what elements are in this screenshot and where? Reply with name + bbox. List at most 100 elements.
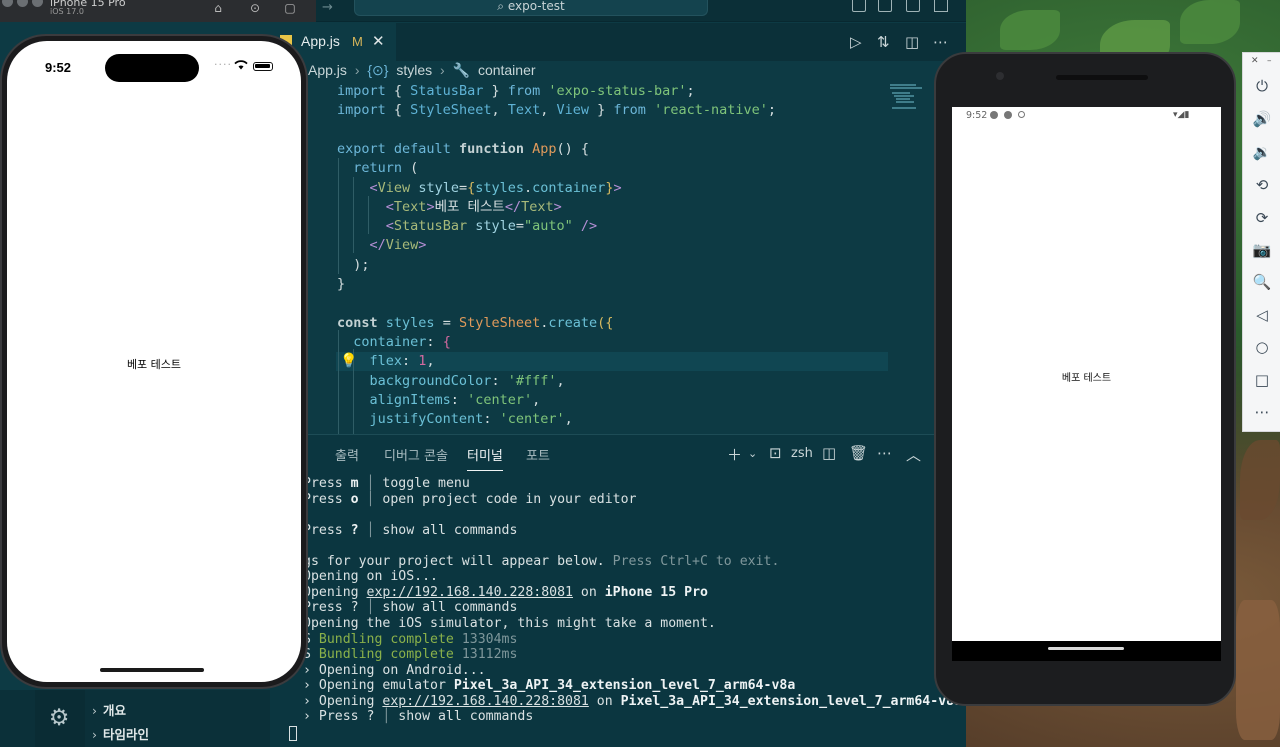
speaker-grille (1056, 75, 1148, 80)
iphone-screen[interactable]: 9:52 ···· 베포 테스트 (7, 41, 301, 682)
maximize-window-button[interactable] (32, 0, 43, 7)
home-icon[interactable]: ○ (1243, 338, 1280, 356)
android-nav-bar (952, 641, 1221, 661)
chevron-down-icon[interactable]: ⌄ (748, 447, 757, 460)
code-line: justifyContent: 'center', (369, 411, 573, 428)
power-icon[interactable]: ⏻ (1243, 77, 1280, 95)
iphone-simulator: 9:52 ···· 베포 테스트 (0, 34, 308, 689)
simulator-os-version: iOS 17.0 (50, 7, 84, 16)
rotate-left-icon[interactable]: ⟲ (1243, 176, 1280, 194)
sidebar-item-timeline[interactable]: › 타임라인 (92, 724, 149, 743)
zoom-icon[interactable]: 🔍 (1243, 273, 1280, 291)
code-line: <StatusBar style="auto" /> (385, 218, 598, 235)
back-icon[interactable]: ◁ (1243, 306, 1280, 324)
ios-status-time: 9:52 (45, 60, 72, 75)
code-line: </View> (369, 237, 427, 254)
tab-ports[interactable]: 포트 (526, 445, 550, 464)
notification-icon (990, 111, 998, 119)
terminal-line: › Opening emulator Pixel_3a_API_34_exten… (303, 678, 796, 694)
toggle-secondary-sidebar-icon[interactable] (906, 0, 920, 12)
camera-icon[interactable]: 📷 (1243, 241, 1280, 259)
breadcrumb-styles[interactable]: styles (396, 62, 432, 78)
close-icon[interactable]: ✕ (1251, 56, 1259, 66)
terminal-line: Opening exp://192.168.140.228:8081 on iP… (303, 584, 708, 600)
code-line: alignItems: 'center', (369, 391, 541, 408)
notification-icon (1004, 111, 1012, 119)
search-icon: ⌕ (497, 0, 508, 13)
code-line: return ( (353, 160, 419, 177)
sidebar-item-outline[interactable]: › 개요 (92, 700, 126, 719)
code-editor[interactable]: import { StatusBar } from 'expo-status-b… (270, 82, 966, 434)
tab-modified-badge: M (352, 34, 363, 49)
home-icon[interactable]: ⌂ (210, 1, 226, 15)
code-line: export default function App() { (337, 140, 590, 157)
terminal-line: Opening on iOS... (303, 569, 438, 585)
compare-changes-icon[interactable]: ⇅ (877, 33, 890, 51)
terminal-line: S Bundling complete 13112ms (303, 647, 518, 663)
more-actions-icon[interactable]: ⋯ (933, 33, 948, 51)
simulator-title-bar: iPhone 15 Pro iOS 17.0 ⌂ ⊙ ▢ (0, 0, 316, 22)
code-line: import { StatusBar } from 'expo-status-b… (337, 83, 695, 99)
more-icon[interactable]: ⋯ (1243, 403, 1280, 421)
tab-debug-console[interactable]: 디버그 콘솔 (384, 445, 448, 464)
front-camera (996, 72, 1004, 80)
signal-icon: ···· (214, 58, 232, 71)
overview-icon[interactable]: □ (1243, 371, 1280, 389)
split-editor-icon[interactable]: ◫ (905, 33, 919, 51)
wifi-icon (234, 60, 248, 70)
terminal-line: gs for your project will appear below. P… (303, 553, 780, 569)
app-text: 베포 테스트 (126, 358, 182, 371)
minimize-window-button[interactable] (17, 0, 28, 7)
terminal-line: Press o │ open project code in your edit… (303, 491, 637, 507)
volume-up-icon[interactable]: 🔊 (1243, 110, 1280, 128)
code-line: import { StyleSheet, Text, View } from '… (337, 102, 776, 119)
sidebar-item-label: 개요 (103, 703, 127, 718)
home-indicator[interactable] (100, 668, 204, 672)
arrow-right-icon[interactable]: → (322, 0, 333, 15)
terminal-shell-label[interactable]: zsh (791, 446, 813, 461)
tab-terminal[interactable]: 터미널 (467, 445, 503, 471)
android-screen[interactable]: 9:52 ▾◢▮ 베포 테스트 (952, 107, 1221, 641)
close-window-button[interactable] (2, 0, 13, 7)
terminal-line: › Press ? │ show all commands (303, 709, 534, 725)
minimap[interactable] (890, 82, 930, 118)
code-line: container: { (353, 333, 451, 350)
editor-tab-bar: App.js M ✕ ▷ ⇅ ◫ ⋯ (270, 23, 966, 61)
minimize-icon[interactable]: – (1267, 56, 1272, 66)
more-actions-icon[interactable]: ⋯ (877, 444, 892, 462)
rotate-right-icon[interactable]: ⟳ (1243, 209, 1280, 227)
terminal-line: Opening the iOS simulator, this might ta… (303, 615, 716, 631)
volume-down-icon[interactable]: 🔉 (1243, 143, 1280, 161)
wrench-icon: 🔧 (452, 62, 471, 78)
run-icon[interactable]: ▷ (850, 33, 862, 51)
gear-icon[interactable]: ⚙ (45, 704, 73, 732)
breadcrumb-container[interactable]: container (478, 62, 536, 78)
android-emulator: 9:52 ▾◢▮ 베포 테스트 (934, 52, 1236, 706)
rotate-icon[interactable]: ▢ (282, 1, 298, 15)
breadcrumb-file[interactable]: App.js (308, 62, 347, 78)
terminal-line: › Opening on Android... (303, 662, 486, 678)
chevron-up-icon[interactable]: ︿ (906, 444, 921, 465)
screenshot-icon[interactable]: ⊙ (247, 1, 263, 15)
toggle-sidebar-icon[interactable] (852, 0, 866, 12)
search-label: expo-test (507, 0, 565, 13)
code-line: <Text>베포 테스트</Text> (385, 198, 562, 215)
toggle-panel-icon[interactable] (878, 0, 892, 12)
code-line: backgroundColor: '#fff', (369, 372, 565, 389)
terminal-line: Press m │ toggle menu (303, 476, 470, 491)
code-line: ); (337, 256, 370, 273)
android-status-time: 9:52 (966, 110, 988, 121)
command-center-search[interactable]: ⌕ expo-test (354, 0, 708, 16)
trash-icon[interactable]: 🗑 (849, 444, 868, 462)
signal-battery-icons: ▾◢▮ (1173, 110, 1190, 120)
notification-icon (1018, 111, 1025, 118)
breadcrumb-symbol-icon: {⊙} (367, 62, 389, 78)
close-icon[interactable]: ✕ (372, 32, 385, 50)
terminal-line: Press ? │ show all commands (303, 522, 518, 538)
gesture-pill[interactable] (1048, 647, 1124, 650)
customize-layout-icon[interactable] (934, 0, 948, 12)
lightbulb-icon[interactable]: 💡 (340, 353, 357, 369)
new-terminal-icon[interactable]: ＋ (727, 444, 742, 465)
split-terminal-icon[interactable]: ◫ (822, 444, 836, 462)
tab-output[interactable]: 출력 (335, 445, 359, 464)
